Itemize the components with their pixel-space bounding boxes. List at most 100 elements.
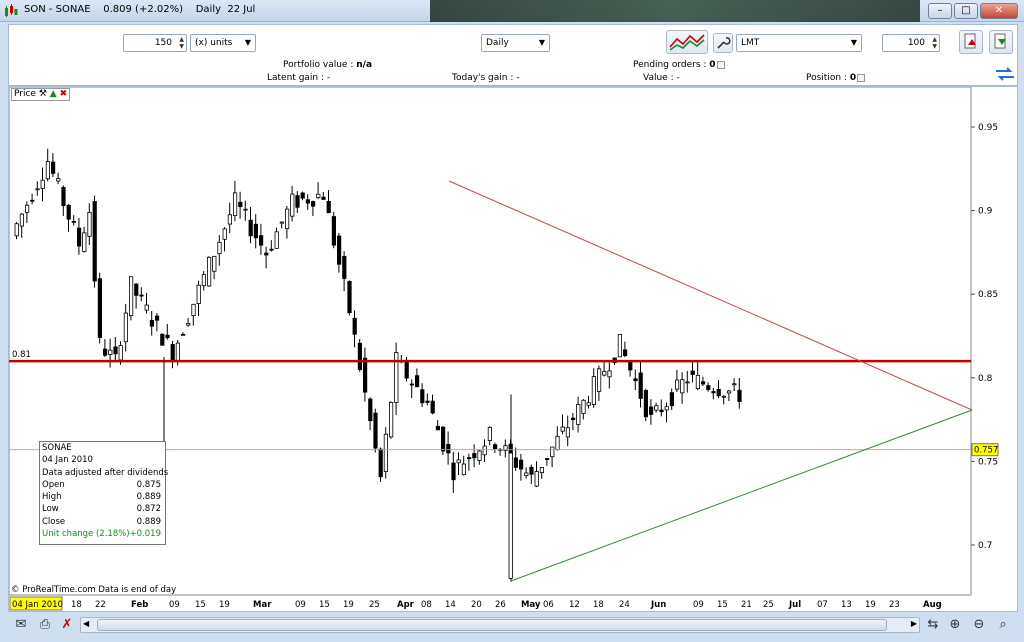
candle-body — [154, 315, 160, 321]
candle-body — [56, 178, 61, 182]
x-tick-label: Aug — [923, 600, 942, 610]
candle-body — [160, 333, 165, 346]
pending-label: Pending orders : — [633, 60, 707, 70]
candle-body — [352, 317, 357, 335]
info-open-label: Open — [42, 479, 65, 490]
print-icon[interactable]: ⎙ — [36, 616, 54, 634]
candle-body — [87, 211, 92, 237]
units-type-select[interactable]: (x) units ▼ — [190, 34, 256, 52]
chart-trading-button[interactable] — [666, 30, 708, 54]
candle-body — [24, 204, 30, 213]
price-chart-panel[interactable]: 0.95 0.9 0.85 0.8 0.75 0.7 04 Jan 2010 18 22 Feb 0… — [8, 86, 1018, 612]
pending-amount: 0 — [709, 60, 716, 70]
stepper-arrows-icon[interactable]: ▲ ▼ — [179, 36, 184, 50]
zoom-reset-icon[interactable]: ⌕ — [994, 616, 1012, 634]
candle-body — [113, 346, 118, 355]
sell-order-button[interactable] — [959, 30, 983, 54]
today-label: Today's gain : — [452, 73, 514, 83]
info-open-value: 0.875 — [136, 479, 161, 490]
wrench-settings-button[interactable] — [713, 33, 733, 53]
candle-body — [45, 161, 51, 180]
restore-button[interactable]: □ — [954, 3, 978, 19]
candle-body — [232, 192, 238, 217]
wrench-icon[interactable]: ⚒ — [39, 89, 47, 99]
candle-body — [191, 303, 196, 316]
x-tick-label: 18 — [593, 600, 604, 610]
candle-body — [461, 463, 467, 476]
x-tick-label: 26 — [495, 600, 506, 610]
candle-body — [617, 333, 623, 358]
order-type-select[interactable]: LMT ▼ — [736, 34, 862, 52]
scroll-right-icon[interactable]: ▶ — [911, 619, 917, 628]
candle-body — [487, 427, 493, 441]
move-up-icon[interactable]: ▲ — [50, 89, 57, 99]
latent-label: Latent gain : — [267, 73, 325, 83]
y-tick-label: 0.9 — [978, 207, 993, 217]
x-tick-label: 09 — [295, 600, 306, 610]
candle-body — [331, 216, 337, 246]
info-change: Unit change (2.18%) +0.019 — [42, 529, 163, 541]
pending-orders-icon[interactable] — [716, 60, 725, 69]
x-tick-label: Jul — [788, 600, 801, 610]
x-tick-label: 15 — [717, 600, 728, 610]
stepper-arrows-icon[interactable]: ▲ ▼ — [932, 36, 937, 50]
candle-body — [71, 221, 77, 223]
wrench-icon — [717, 37, 731, 49]
candle-body — [388, 402, 394, 438]
x-tick-label: 04 Jan 2010 — [12, 600, 63, 610]
y-tick-label: 0.95 — [978, 123, 998, 133]
candle-body — [51, 161, 56, 174]
chart-trading-icon — [669, 34, 705, 51]
x-tick-label: 09 — [693, 600, 704, 610]
candle-body — [477, 450, 482, 461]
close-panel-icon[interactable]: ✖ — [60, 89, 68, 99]
chart-scrollbar[interactable]: ◀ ▶ — [80, 617, 920, 633]
candle-body — [144, 304, 149, 311]
position-icon[interactable] — [857, 73, 866, 82]
x-tick-label: 19 — [343, 600, 354, 610]
zoom-out-icon[interactable]: ⊖ — [970, 616, 988, 634]
candle-body — [300, 192, 305, 199]
zoom-in-icon[interactable]: ⊕ — [946, 616, 964, 634]
candle-body — [258, 235, 264, 246]
candle-body — [212, 255, 217, 272]
minimize-button[interactable]: – — [928, 3, 952, 19]
info-low: Low 0.872 — [42, 504, 163, 516]
fit-chart-icon[interactable]: ⇆ — [924, 616, 942, 634]
candle-body — [633, 378, 638, 382]
x-tick-label: 18 — [71, 600, 82, 610]
candle-body — [103, 348, 108, 356]
scrollbar-thumb[interactable] — [97, 619, 887, 631]
candle-body — [482, 445, 487, 456]
info-high-label: High — [42, 492, 62, 503]
period-select[interactable]: Daily ▼ — [481, 34, 550, 52]
mail-icon[interactable]: ✉ — [12, 616, 30, 634]
candle-body — [118, 345, 123, 361]
x-tick-label: Jun — [650, 600, 666, 610]
buy-order-button[interactable] — [989, 30, 1013, 54]
candle-body — [316, 193, 321, 198]
order-quantity-value: 100 — [907, 38, 925, 48]
price-panel-label[interactable]: Price ⚒ ▲ ✖ — [11, 88, 71, 101]
title-bar: SON - SONAE 0.809 (+2.02%) Daily 22 Jul … — [0, 0, 1024, 22]
candle-body — [378, 448, 383, 478]
application-window: SON - SONAE 0.809 (+2.02%) Daily 22 Jul … — [0, 0, 1024, 642]
candle-body — [373, 412, 378, 449]
candle-body — [591, 376, 597, 405]
order-quantity-stepper[interactable]: 100 ▲ ▼ — [882, 34, 940, 52]
candle-body — [165, 334, 170, 339]
candlestick-app-icon — [5, 4, 18, 17]
scroll-left-icon[interactable]: ◀ — [83, 619, 89, 628]
delete-objects-icon[interactable]: ✗ — [58, 616, 76, 634]
info-name: SONAE — [42, 443, 72, 453]
candle-body — [368, 398, 373, 422]
candle-body — [732, 383, 737, 386]
close-button[interactable]: ✕ — [980, 3, 1018, 19]
candle-body — [108, 349, 113, 355]
x-tick-label: May — [521, 600, 541, 610]
swap-arrows-icon[interactable] — [994, 65, 1016, 83]
x-tick-label: 15 — [195, 600, 206, 610]
candle-body — [357, 342, 363, 371]
units-quantity-stepper[interactable]: 150 ▲ ▼ — [123, 34, 187, 52]
candle-body — [529, 466, 534, 475]
